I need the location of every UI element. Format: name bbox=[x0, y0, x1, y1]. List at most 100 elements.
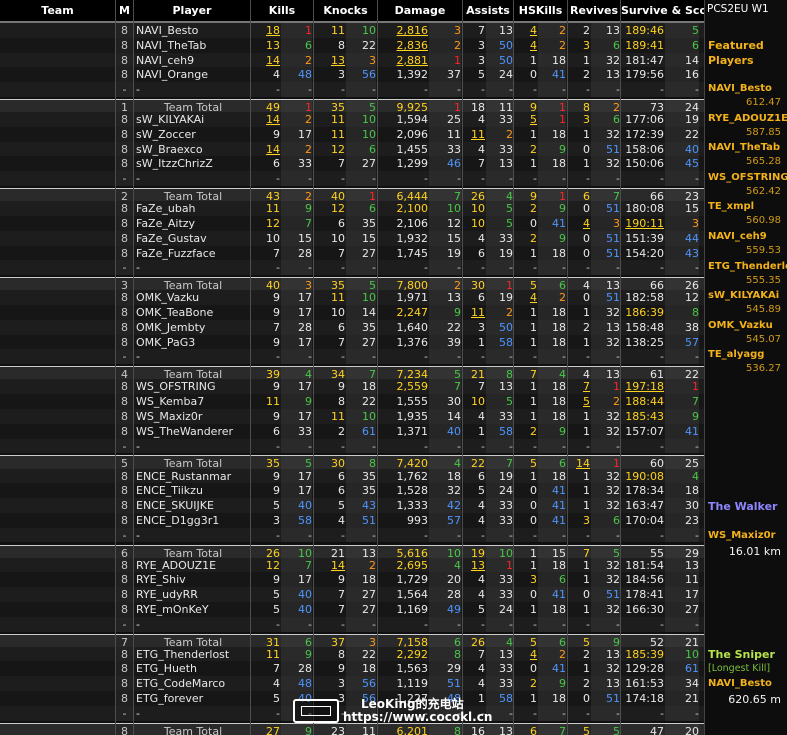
cell-hr: - bbox=[538, 616, 566, 632]
cell-st: 129:28 bbox=[625, 662, 664, 676]
cell-rr: 32 bbox=[591, 305, 620, 320]
cell-knr: 18 bbox=[346, 661, 376, 677]
cell-st: 180:08 bbox=[625, 202, 664, 216]
cell-knr: 10 bbox=[346, 126, 376, 142]
cell-rv: 3 bbox=[583, 38, 590, 52]
player-row: 8 WS_OFSTRING 9 17 9 18 2,559 7 7 13 1 18 7 1 197:18 1 bbox=[0, 379, 704, 395]
cell-sr: 45 bbox=[665, 156, 699, 172]
leader-value: 545.07 bbox=[746, 333, 781, 345]
cell-as: 5 bbox=[478, 602, 485, 616]
cell-dmg: 2,816 bbox=[396, 24, 429, 37]
table-header: Team M Player Kills Knocks Damage Assist… bbox=[0, 0, 720, 23]
cell-as: 4 bbox=[478, 513, 485, 527]
cell-dr: 32 bbox=[429, 483, 461, 499]
cell-ar: 19 bbox=[486, 245, 513, 261]
cell-k: 12 bbox=[266, 216, 280, 230]
cell-kn: 9 bbox=[338, 662, 345, 676]
cell-dmg: 1,932 bbox=[396, 231, 429, 245]
cell-ar: 50 bbox=[486, 37, 513, 53]
header-revives: Revives bbox=[569, 4, 619, 17]
cell-m: 8 bbox=[116, 23, 133, 38]
cell-knr: 56 bbox=[346, 676, 376, 692]
cell-dr: 25 bbox=[429, 112, 461, 127]
cell-hr: 41 bbox=[538, 512, 566, 528]
cell-knr: 22 bbox=[346, 394, 376, 409]
walker-value: 16.01 km bbox=[728, 545, 781, 558]
cell-rv: 1 bbox=[583, 306, 590, 320]
cell-ar: 2 bbox=[486, 305, 513, 320]
cell-hr: 18 bbox=[538, 379, 566, 395]
player-row: 8 ETG_Hueth 7 28 9 18 1,563 29 4 33 0 41 1 32 129:28 61 bbox=[0, 661, 704, 677]
cell-ar: - bbox=[486, 82, 513, 97]
cell-hs: 1 bbox=[530, 246, 537, 260]
cell-dmg: 2,881 bbox=[396, 53, 429, 67]
cell-rr: 32 bbox=[591, 557, 620, 573]
cell-ar: 33 bbox=[486, 408, 513, 424]
cell-rr: 51 bbox=[591, 201, 620, 216]
cell-kn: - bbox=[341, 617, 345, 631]
cell-kr: - bbox=[281, 438, 312, 454]
cell-as: 6 bbox=[478, 291, 485, 305]
cell-ar: 33 bbox=[486, 498, 513, 513]
cell-k: 4 bbox=[273, 68, 280, 82]
cell-k: 14 bbox=[266, 53, 280, 67]
cell-kn: 9 bbox=[338, 380, 345, 394]
sniper-name: NAVI_Besto bbox=[708, 678, 772, 689]
team-block: RYE8RYE_ADOUZ1E1271422,6954131118132181:… bbox=[0, 557, 704, 653]
cell-sr: 18 bbox=[665, 483, 699, 499]
cell-rr: 51 bbox=[591, 141, 620, 157]
cell-ar: 50 bbox=[486, 319, 513, 335]
cell-k: 18 bbox=[266, 24, 280, 37]
player-row: 8 OMK_TeaBone 9 17 10 14 2,247 9 11 2 1 18 1 32 186:39… bbox=[0, 305, 704, 320]
leader-name: ETG_Thenderlost bbox=[708, 260, 787, 272]
cell-rv: 0 bbox=[583, 231, 590, 245]
cell-st: 197:18 bbox=[625, 380, 664, 394]
cell-knr: 35 bbox=[346, 483, 376, 499]
cell-hs: 1 bbox=[530, 395, 537, 409]
cell-hr: 18 bbox=[538, 245, 566, 261]
cell-name: - bbox=[136, 617, 140, 631]
cell-hr: - bbox=[538, 349, 566, 365]
cell-rr: 6 bbox=[591, 37, 620, 53]
sniper-subtitle: [Longest Kill] bbox=[708, 663, 771, 674]
cell-kn: 11 bbox=[331, 24, 345, 37]
cell-st: - bbox=[660, 172, 664, 186]
player-row: 8 OMK_Jembty 7 28 6 35 1,640 22 3 50 1 18 2 13 158:48 3… bbox=[0, 319, 704, 335]
cell-m: 8 bbox=[116, 512, 133, 528]
cell-hs: 4 bbox=[530, 38, 537, 52]
cell-sr: 30 bbox=[665, 498, 699, 513]
cell-dmg: - bbox=[424, 617, 428, 631]
cell-k: 9 bbox=[273, 306, 280, 320]
cell-name: - bbox=[136, 528, 140, 542]
cell-ar: - bbox=[486, 349, 513, 365]
cell-dmg: - bbox=[424, 350, 428, 364]
featured-label: Featured bbox=[708, 39, 764, 52]
cell-hr: 41 bbox=[538, 498, 566, 513]
cell-m: 8 bbox=[116, 156, 133, 172]
cell-knr: 6 bbox=[346, 141, 376, 157]
cell-rv: 0 bbox=[583, 142, 590, 156]
cell-ar: - bbox=[486, 527, 513, 543]
cell-knr: 14 bbox=[346, 305, 376, 320]
cell-hr: 9 bbox=[538, 141, 566, 157]
walker-name: WS_Maxiz0r bbox=[708, 530, 776, 541]
cell-kn: 11 bbox=[331, 291, 345, 305]
cell-ar: 5 bbox=[486, 215, 513, 231]
cell-st: 151:39 bbox=[625, 231, 664, 245]
cell-m: 8 bbox=[116, 334, 133, 350]
cell-m: 8 bbox=[116, 661, 133, 677]
cell-rr: 32 bbox=[591, 408, 620, 424]
cell-k: 11 bbox=[266, 647, 280, 661]
cell-dr: 15 bbox=[429, 230, 461, 246]
cell-sr: 4 bbox=[665, 468, 699, 484]
leader-name: sW_KILYAKAi bbox=[708, 290, 780, 302]
cell-rr: 51 bbox=[591, 691, 620, 706]
cell-rv: 1 bbox=[583, 335, 590, 349]
cell-sr: 17 bbox=[665, 587, 699, 602]
cell-knr: - bbox=[346, 616, 376, 632]
player-row: 8 sW_Braexco 14 2 12 6 1,455 33 4 33 2 9 0 51 158:06 40 bbox=[0, 141, 704, 157]
cell-dr: 49 bbox=[429, 601, 461, 617]
column-divider bbox=[377, 0, 378, 735]
cell-hr: - bbox=[538, 527, 566, 543]
cell-kn: 7 bbox=[338, 157, 345, 171]
